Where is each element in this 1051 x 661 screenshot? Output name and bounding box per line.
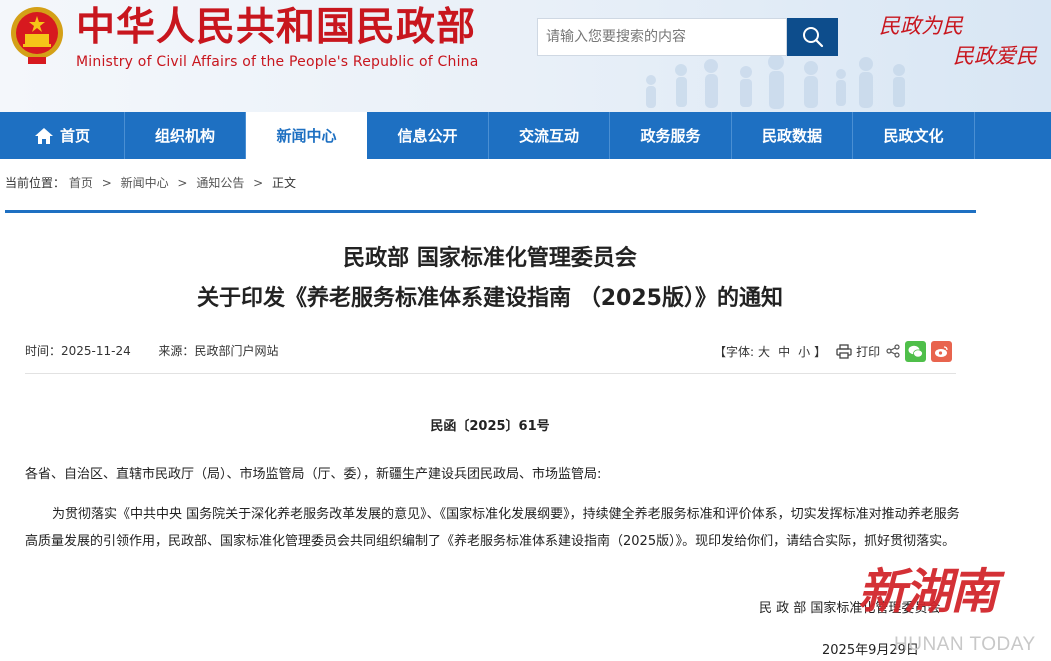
main-nav: 首页 组织机构 新闻中心 信息公开 交流互动 政务服务 民政数据 民政文化 <box>0 112 1051 159</box>
wechat-share-icon[interactable] <box>905 340 927 362</box>
breadcrumb-separator: > <box>101 176 112 190</box>
nav-item-home[interactable]: 首页 <box>0 112 125 159</box>
article-title-line1: 民政部 国家标准化管理委员会 <box>343 246 637 271</box>
search-box <box>537 18 787 56</box>
home-icon <box>34 127 54 145</box>
site-subtitle: Ministry of Civil Affairs of the People'… <box>76 54 479 70</box>
nav-item-gov-services[interactable]: 政务服务 <box>610 112 732 159</box>
nav-label: 新闻中心 <box>276 127 337 145</box>
hunan-today-watermark: 新湖南 HUNAN TODAY <box>858 552 1048 657</box>
nav-label: 组织机构 <box>154 127 215 145</box>
breadcrumb-current: 正文 <box>272 176 297 190</box>
nav-label: 信息公开 <box>397 127 458 145</box>
addressee-paragraph: 各省、自治区、直辖市民政厅（局）、市场监管局（厅、委），新疆生产建设兵团民政局、… <box>25 467 602 482</box>
nav-item-civil-culture[interactable]: 民政文化 <box>853 112 975 159</box>
nav-item-civil-data[interactable]: 民政数据 <box>732 112 853 159</box>
nav-label: 民政文化 <box>883 127 944 145</box>
weibo-share-icon[interactable] <box>931 340 953 362</box>
breadcrumb-separator: > <box>177 176 188 190</box>
nav-label: 交流互动 <box>518 127 579 145</box>
source-value: 民政部门户网站 <box>194 344 279 358</box>
font-size-large-button[interactable]: 大 <box>758 343 770 360</box>
document-number: 民函〔2025〕61号 <box>430 419 550 434</box>
slogan-line2: 民政爱民 <box>953 44 1037 68</box>
meta-divider <box>25 373 956 374</box>
breadcrumb-news-link[interactable]: 新闻中心 <box>121 176 169 190</box>
nav-label: 首页 <box>59 127 90 145</box>
article-meta: 时间：2025-11-24 来源：民政部门户网站 <box>25 342 278 359</box>
slogan-line1: 民政为民 <box>879 14 963 38</box>
watermark-en: HUNAN TODAY <box>894 634 1036 655</box>
breadcrumb-home-link[interactable]: 首页 <box>69 176 93 190</box>
time-label: 时间： <box>25 344 62 358</box>
nav-filler <box>975 112 1051 159</box>
nav-label: 政务服务 <box>640 127 701 145</box>
printer-icon <box>836 343 852 359</box>
search-input[interactable] <box>538 19 782 55</box>
publish-time: 2025-11-24 <box>61 344 131 358</box>
article-tools: 【字体: 大 中 小 】 打印 <box>714 340 953 362</box>
national-emblem-icon <box>11 7 63 64</box>
search-icon <box>802 27 823 48</box>
font-size-small-button[interactable]: 小 <box>798 343 810 360</box>
source-label: 来源： <box>158 344 195 358</box>
breadcrumb-divider <box>5 210 976 213</box>
print-button[interactable]: 打印 <box>836 343 880 360</box>
nav-item-info-disclosure[interactable]: 信息公开 <box>367 112 489 159</box>
nav-item-interaction[interactable]: 交流互动 <box>489 112 610 159</box>
search-button[interactable] <box>787 18 838 56</box>
site-title[interactable]: 中华人民共和国民政部 <box>76 6 476 50</box>
nav-item-organization[interactable]: 组织机构 <box>125 112 246 159</box>
breadcrumb-separator: > <box>253 176 264 190</box>
breadcrumb: 当前位置： 首页 > 新闻中心 > 通知公告 > 正文 <box>5 174 296 191</box>
print-label: 打印 <box>856 344 881 359</box>
nav-label: 民政数据 <box>761 127 822 145</box>
font-size-prefix: 【字体: <box>714 344 755 359</box>
article-title-line2: 关于印发《养老服务标准体系建设指南 （2025版）》的通知 <box>197 286 783 311</box>
font-size-suffix: 】 <box>814 344 827 359</box>
site-header: 中华人民共和国民政部 Ministry of Civil Affairs of … <box>0 0 1051 112</box>
breadcrumb-notices-link[interactable]: 通知公告 <box>196 176 244 190</box>
body-paragraph: 为贯彻落实《中共中央 国务院关于深化养老服务改革发展的意见》、《国家标准化发展纲… <box>25 507 960 549</box>
watermark-cn: 新湖南 <box>858 564 998 620</box>
nav-item-news-center[interactable]: 新闻中心 <box>246 112 367 159</box>
breadcrumb-prefix: 当前位置： <box>5 176 66 190</box>
font-size-medium-button[interactable]: 中 <box>778 343 790 360</box>
share-icon[interactable] <box>886 344 900 358</box>
